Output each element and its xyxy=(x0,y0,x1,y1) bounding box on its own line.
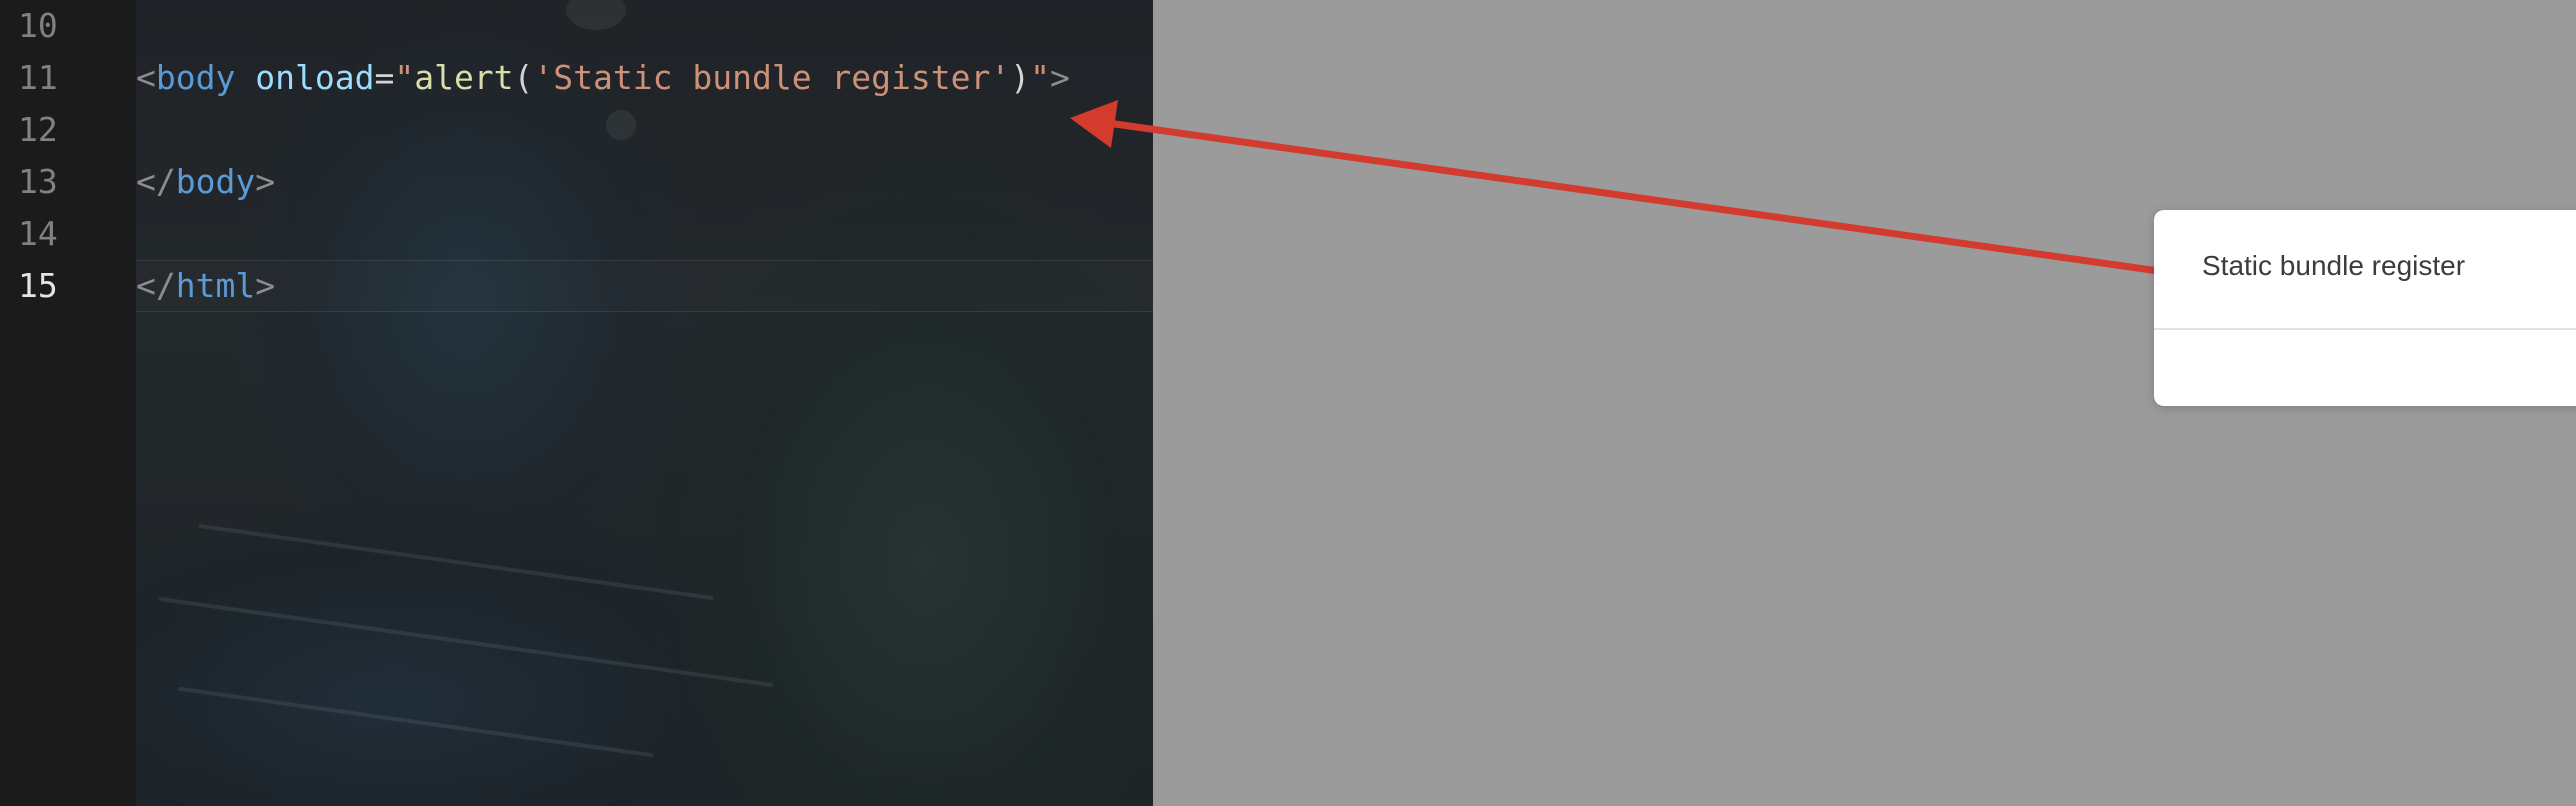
code-token-equals: = xyxy=(374,58,395,97)
line-number: 12 xyxy=(18,110,58,149)
code-token-paren: ) xyxy=(1010,58,1031,97)
code-token-quote: " xyxy=(1030,58,1050,97)
code-token-tag: body xyxy=(155,58,236,97)
code-token-string: 'Static bundle register' xyxy=(533,58,1011,97)
code-token-bracket: > xyxy=(1050,58,1070,97)
code-token-tag: html xyxy=(175,266,256,305)
code-token-quote: " xyxy=(394,58,415,97)
code-token-bracket: > xyxy=(255,266,276,305)
line-number: 13 xyxy=(18,162,58,201)
line-number: 14 xyxy=(18,214,58,253)
editor-background-image xyxy=(136,0,1153,806)
code-token-paren: ( xyxy=(513,58,534,97)
current-line-highlight xyxy=(136,260,1153,312)
code-token-attribute: onload xyxy=(255,58,375,97)
line-number: 10 xyxy=(18,6,58,45)
alert-message: Static bundle register xyxy=(2202,250,2466,281)
code-token-bracket: < xyxy=(136,58,156,97)
code-token-bracket: </ xyxy=(136,266,176,305)
code-token-bracket: > xyxy=(255,162,276,201)
code-line-body-open[interactable]: <body onload="alert('Static bundle regis… xyxy=(136,52,1070,104)
alert-dialog: Static bundle register xyxy=(2154,210,2576,406)
line-number-current: 15 xyxy=(18,266,58,305)
line-number: 11 xyxy=(18,58,58,97)
code-token-function: alert xyxy=(414,58,514,97)
screenshot-stage: 10 11 12 13 14 15 <body onload="alert('S… xyxy=(0,0,2576,806)
code-line-body-close[interactable]: </body> xyxy=(136,156,275,208)
dialog-button-area[interactable] xyxy=(2154,330,2576,406)
code-line-html-close[interactable]: </html> xyxy=(136,260,275,312)
code-editor: 10 11 12 13 14 15 <body onload="alert('S… xyxy=(0,0,1153,806)
code-token-bracket: </ xyxy=(136,162,176,201)
code-token-tag: body xyxy=(175,162,256,201)
